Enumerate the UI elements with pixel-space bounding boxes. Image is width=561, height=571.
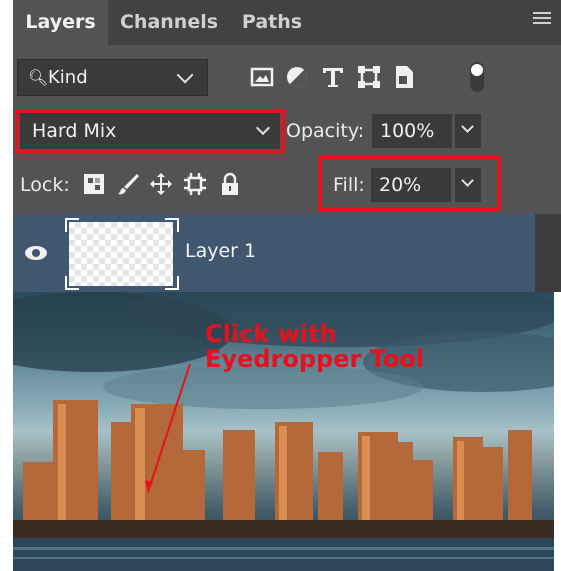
lock-artboard-icon[interactable]	[183, 172, 207, 196]
lock-transparent-pixels-icon[interactable]	[82, 172, 106, 196]
filter-toggle-icon[interactable]	[469, 61, 485, 93]
lock-image-pixels-icon[interactable]	[116, 172, 140, 196]
annotation-line-2: Eyedropper Tool	[205, 345, 425, 373]
shape-filter-icon[interactable]	[356, 63, 382, 91]
lock-label: Lock:	[20, 174, 70, 196]
layer-name[interactable]: Layer 1	[185, 240, 256, 262]
layer-row[interactable]: Layer 1	[13, 214, 561, 292]
lock-position-icon[interactable]	[149, 172, 173, 196]
opacity-dropdown-button[interactable]	[455, 114, 481, 148]
filter-kind-label: Kind	[48, 67, 88, 88]
tab-paths[interactable]: Paths	[229, 0, 315, 45]
lock-all-icon[interactable]	[218, 172, 242, 196]
fill-highlight	[318, 156, 501, 211]
chevron-down-icon	[176, 66, 194, 84]
layers-panel: Layers Channels Paths 🔍︎ Kind Hard Mix O…	[13, 0, 561, 292]
annotation-text: Click with Eyedropper Tool	[205, 322, 424, 372]
panel-menu-icon[interactable]	[533, 12, 551, 26]
type-filter-icon[interactable]	[320, 63, 346, 91]
adjustment-filter-icon[interactable]	[284, 63, 310, 91]
search-icon: 🔍︎	[28, 68, 49, 87]
filter-kind-dropdown[interactable]: 🔍︎ Kind	[17, 59, 208, 96]
opacity-label: Opacity:	[286, 120, 365, 142]
city-skyline-photo: Click with Eyedropper Tool	[13, 292, 554, 571]
eye-icon[interactable]	[25, 246, 47, 260]
opacity-input[interactable]: 100%	[372, 114, 452, 148]
annotation-line-1: Click with	[205, 320, 337, 348]
panel-tab-bar: Layers Channels Paths	[13, 0, 561, 45]
tab-layers[interactable]: Layers	[13, 0, 108, 45]
chevron-down-icon	[461, 120, 474, 133]
tab-channels[interactable]: Channels	[111, 0, 227, 45]
smart-object-filter-icon[interactable]	[391, 63, 417, 91]
thumbnail-selection-frame	[65, 218, 179, 290]
layer-row-scroll-area	[535, 214, 561, 292]
blend-mode-highlight	[15, 109, 285, 154]
image-filter-icon[interactable]	[249, 63, 275, 91]
